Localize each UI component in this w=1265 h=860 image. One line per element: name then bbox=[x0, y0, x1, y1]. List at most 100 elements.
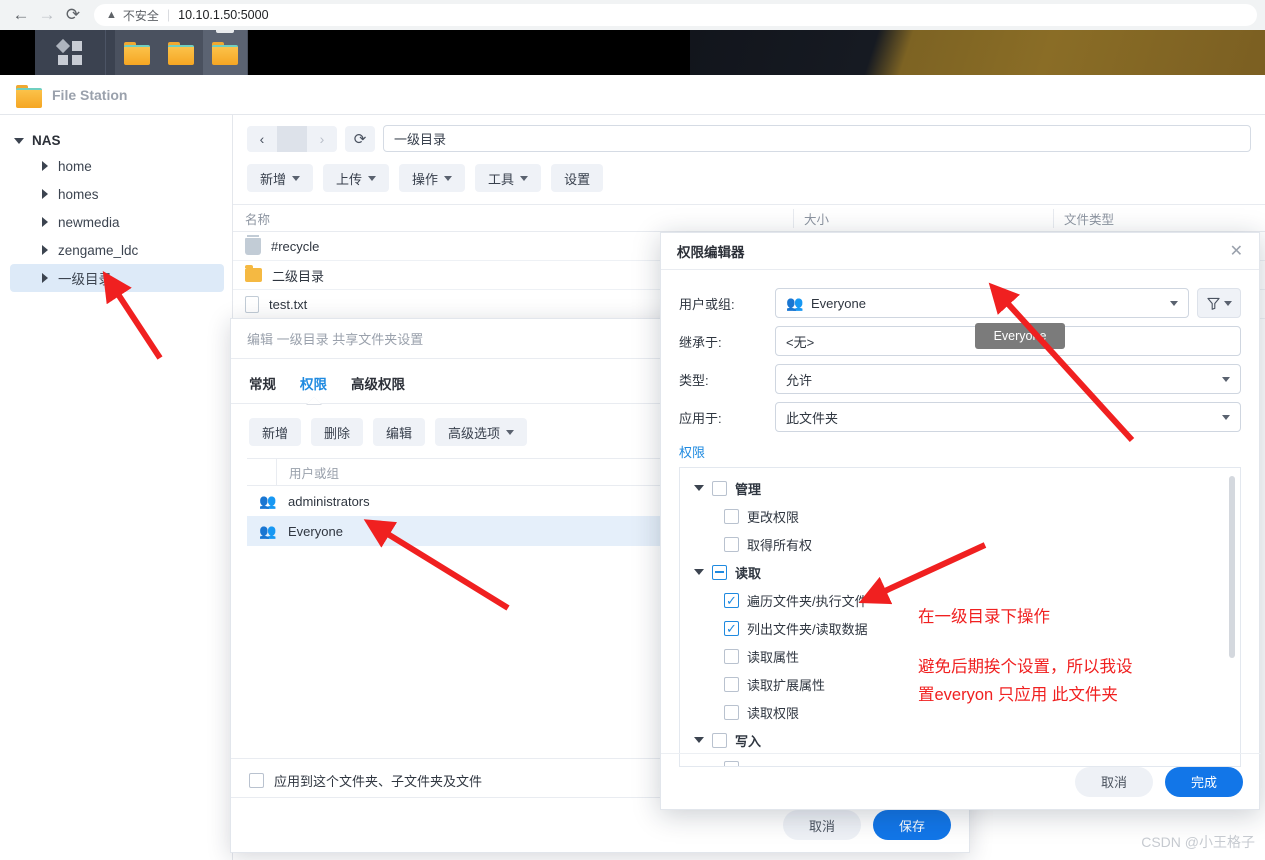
action-button[interactable]: 操作 bbox=[399, 164, 466, 192]
cancel-button[interactable]: 取消 bbox=[783, 810, 861, 840]
tree-node-label: 读取权限 bbox=[747, 705, 800, 721]
checkbox[interactable] bbox=[724, 536, 739, 552]
checkbox[interactable] bbox=[712, 480, 727, 496]
advanced-options-label: 高级选项 bbox=[448, 425, 501, 441]
tab-advanced-permissions[interactable]: 高级权限 bbox=[351, 373, 405, 403]
sidebar-root-nas[interactable]: NAS bbox=[0, 129, 232, 152]
apply-to-subfolders-label: 应用到这个文件夹、子文件夹及文件 bbox=[274, 774, 483, 789]
path-input[interactable]: 一级目录 bbox=[383, 125, 1251, 152]
taskbar-folder-icon-active[interactable] bbox=[203, 30, 247, 75]
tree-node-take-ownership[interactable]: 取得所有权 bbox=[680, 530, 1240, 558]
upload-button[interactable]: 上传 bbox=[323, 164, 390, 192]
edit-button[interactable]: 编辑 bbox=[373, 418, 426, 446]
checkbox-indeterminate[interactable] bbox=[712, 564, 727, 580]
add-button[interactable]: 新增 bbox=[249, 418, 302, 446]
sidebar-item-newmedia[interactable]: newmedia bbox=[10, 208, 224, 236]
permission-editor-titlebar: 权限编辑器 ✕ bbox=[661, 233, 1259, 270]
sidebar-item-label: home bbox=[58, 158, 92, 174]
filter-funnel-icon[interactable] bbox=[1197, 288, 1241, 318]
sidebar-item-home[interactable]: home bbox=[10, 152, 224, 180]
tree-node-manage[interactable]: 管理 bbox=[680, 474, 1240, 502]
sidebar-item-zengame-ldc[interactable]: zengame_ldc bbox=[10, 236, 224, 264]
file-station-header: File Station bbox=[0, 75, 1265, 115]
annotation-note-2-line2: 置everyon 只应用 此文件夹 bbox=[918, 686, 1118, 704]
chevron-down-icon bbox=[520, 175, 529, 181]
file-name: 二级目录 bbox=[272, 268, 325, 284]
type-select[interactable]: 允许 bbox=[775, 364, 1241, 394]
sidebar-item-level1-dir[interactable]: 一级目录 bbox=[10, 264, 224, 292]
tree-node-change-permission[interactable]: 更改权限 bbox=[680, 502, 1240, 530]
tab-permissions[interactable]: 权限 bbox=[300, 373, 327, 403]
user-or-group-value: Everyone bbox=[811, 295, 866, 311]
checkbox[interactable] bbox=[724, 676, 739, 692]
tab-general[interactable]: 常规 bbox=[249, 373, 276, 403]
refresh-icon[interactable]: ⟳ bbox=[345, 125, 375, 152]
folder-icon bbox=[245, 265, 262, 282]
annotation-note-1: 在一级目录下操作 bbox=[918, 608, 1050, 626]
trash-icon bbox=[245, 234, 261, 255]
checkbox[interactable] bbox=[724, 704, 739, 720]
delete-button[interactable]: 删除 bbox=[311, 418, 364, 446]
chevron-down-icon[interactable] bbox=[694, 485, 704, 491]
save-button[interactable]: 保存 bbox=[873, 810, 951, 840]
back-icon[interactable]: ← bbox=[8, 2, 34, 28]
annotation-note-2-line1: 避免后期挨个设置，所以我设 bbox=[918, 658, 1133, 676]
new-button[interactable]: 新增 bbox=[247, 164, 314, 192]
vertical-scrollbar[interactable] bbox=[1229, 476, 1235, 658]
security-label: 不安全 bbox=[122, 8, 159, 23]
column-header-filetype[interactable]: 文件类型 bbox=[1053, 208, 1265, 228]
checkbox[interactable] bbox=[712, 732, 727, 748]
checkbox-checked[interactable] bbox=[724, 592, 739, 608]
page-title: File Station bbox=[52, 86, 128, 103]
app-grid-icon[interactable] bbox=[35, 30, 105, 75]
warning-triangle-icon: ▲ bbox=[106, 9, 117, 21]
chevron-left-icon[interactable]: ‹ bbox=[247, 125, 277, 152]
type-row: 类型: 允许 bbox=[679, 362, 1241, 396]
apply-to-value: 此文件夹 bbox=[786, 410, 839, 426]
taskbar-folder-icon[interactable] bbox=[159, 30, 203, 75]
permissions-section-link[interactable]: 权限 bbox=[679, 442, 1241, 461]
close-icon[interactable]: ✕ bbox=[1230, 241, 1243, 261]
settings-button[interactable]: 设置 bbox=[551, 164, 604, 192]
nav-button-group: ‹ › bbox=[247, 125, 337, 152]
tools-button[interactable]: 工具 bbox=[475, 164, 542, 192]
advanced-options-button[interactable]: 高级选项 bbox=[435, 418, 528, 446]
checkbox[interactable] bbox=[724, 648, 739, 664]
file-list-column-headers: 名称 大小 文件类型 bbox=[233, 204, 1265, 232]
chevron-right-icon: › bbox=[307, 125, 337, 152]
sidebar-item-label: zengame_ldc bbox=[58, 242, 139, 258]
tooltip-everyone: Everyone bbox=[975, 323, 1065, 349]
tree-node-label: 管理 bbox=[735, 481, 762, 497]
chevron-down-icon[interactable] bbox=[694, 569, 704, 575]
column-header-name[interactable]: 名称 bbox=[233, 209, 793, 228]
taskbar-folder-icon[interactable] bbox=[115, 30, 159, 75]
tree-node-label: 列出文件夹/读取数据 bbox=[747, 621, 868, 637]
checkbox[interactable] bbox=[724, 508, 739, 524]
tree-node-read[interactable]: 读取 bbox=[680, 558, 1240, 586]
chevron-down-icon bbox=[1223, 300, 1232, 306]
cancel-button[interactable]: 取消 bbox=[1075, 766, 1153, 797]
confirm-button[interactable]: 完成 bbox=[1165, 766, 1243, 797]
permission-editor-dialog: 权限编辑器 ✕ 用户或组: 👥 Everyone 继承于: <无> 类型: 允许… bbox=[660, 232, 1261, 810]
user-name: Everyone bbox=[288, 523, 343, 539]
apply-to-select[interactable]: 此文件夹 bbox=[775, 402, 1241, 432]
chevron-down-icon[interactable] bbox=[694, 737, 704, 743]
checkbox-checked[interactable] bbox=[724, 620, 739, 636]
chevron-right-icon bbox=[42, 273, 48, 283]
watermark: CSDN @小王格子 bbox=[1141, 834, 1255, 850]
column-header-size[interactable]: 大小 bbox=[793, 208, 1053, 228]
chevron-right-icon bbox=[42, 189, 48, 199]
address-bar[interactable]: ▲ 不安全 | 10.10.1.50:5000 bbox=[94, 4, 1257, 26]
reload-icon[interactable]: ⟳ bbox=[60, 2, 86, 28]
apply-to-subfolders-checkbox[interactable] bbox=[249, 773, 264, 788]
chevron-down-icon bbox=[1222, 376, 1230, 382]
apply-to-row: 应用于: 此文件夹 bbox=[679, 400, 1241, 434]
sidebar-item-homes[interactable]: homes bbox=[10, 180, 224, 208]
inherited-from-label: 继承于: bbox=[679, 334, 722, 350]
select-all-cell[interactable] bbox=[247, 458, 277, 486]
dsm-desktop-topbar bbox=[0, 30, 1265, 75]
apply-to-label: 应用于: bbox=[679, 410, 722, 426]
tree-node-write[interactable]: 写入 bbox=[680, 726, 1240, 754]
taskbar-task-list bbox=[115, 30, 248, 75]
user-or-group-select[interactable]: 👥 Everyone bbox=[775, 288, 1189, 318]
